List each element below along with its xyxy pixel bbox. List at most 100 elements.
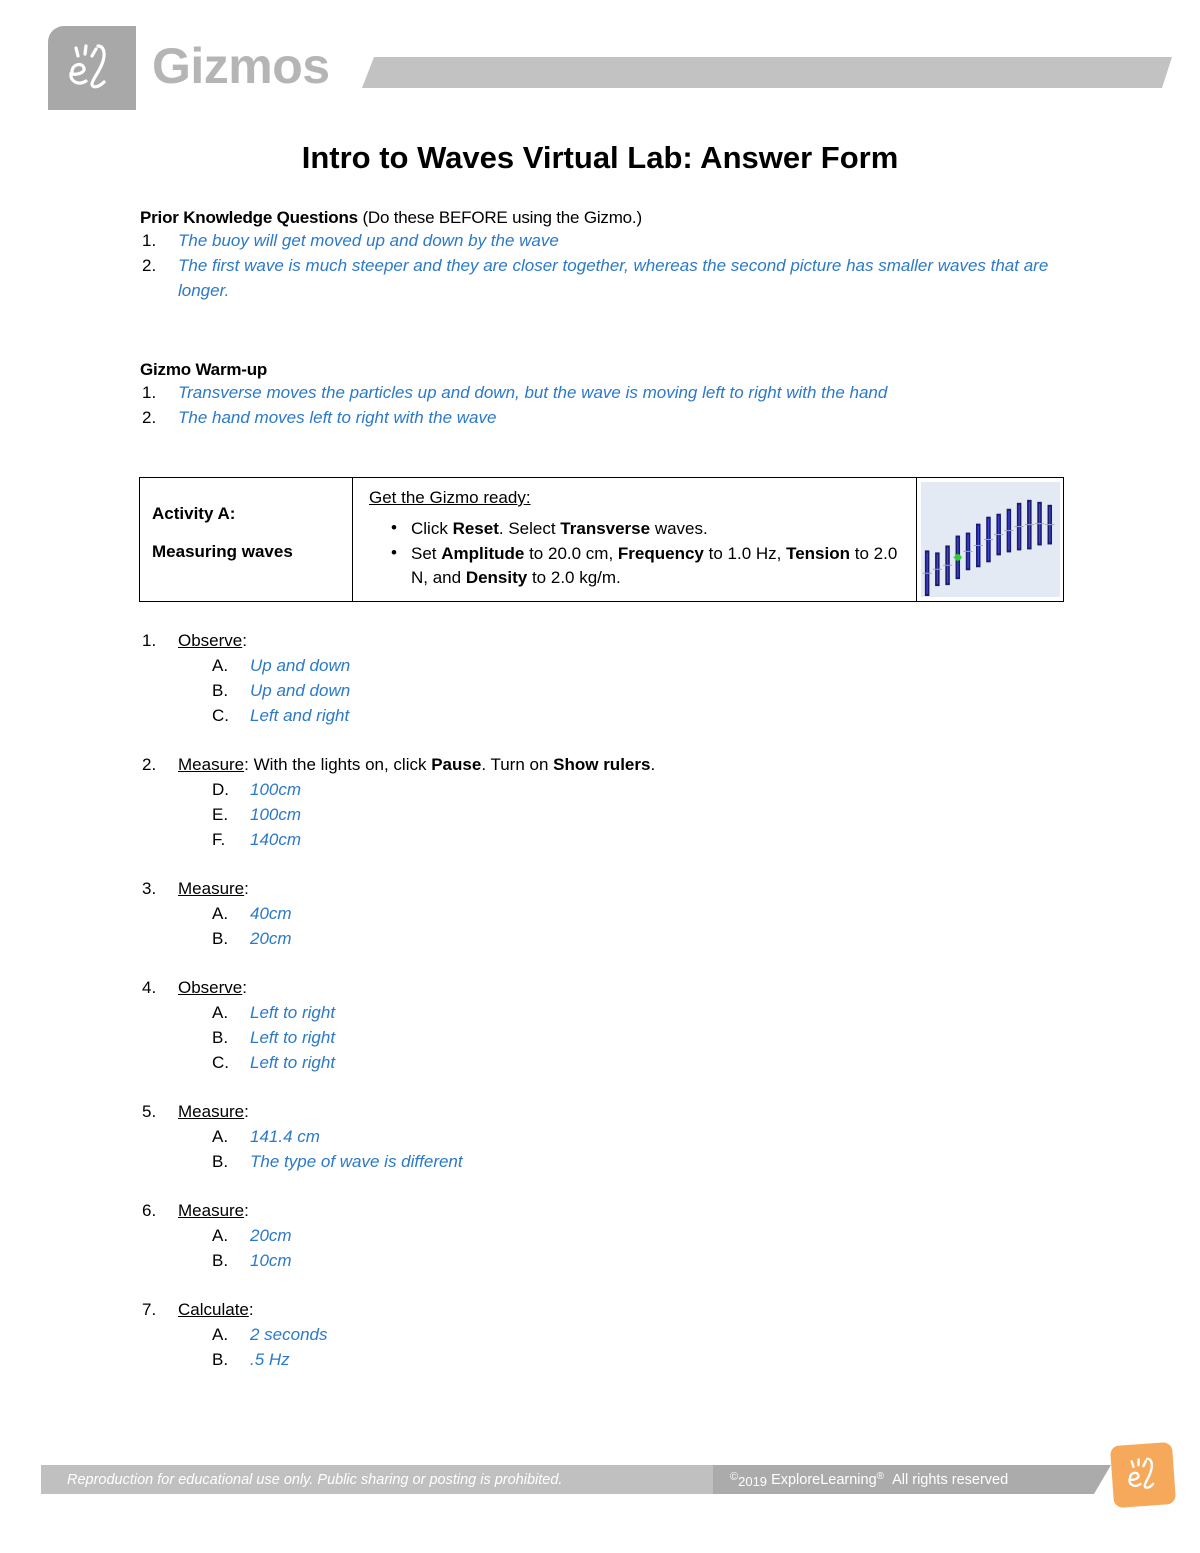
emphasis: Amplitude: [441, 544, 525, 563]
sub-answer[interactable]: Left to right: [250, 1053, 335, 1072]
sub-answer[interactable]: Left and right: [250, 706, 349, 725]
sub-answer[interactable]: 100cm: [250, 780, 301, 799]
sub-answer[interactable]: 2 seconds: [250, 1325, 328, 1344]
steps-list: Click Reset. Select Transverse waves. Se…: [369, 516, 910, 590]
sub-marker: A.: [212, 904, 229, 923]
footer-reproduction-notice: Reproduction for educational use only. P…: [67, 1472, 563, 1488]
sub-answer[interactable]: 10cm: [250, 1251, 292, 1270]
item-answer[interactable]: Transverse moves the particles up and do…: [178, 383, 887, 402]
sub-answer[interactable]: Up and down: [250, 656, 350, 675]
sub-marker: F.: [212, 830, 226, 849]
wave-center-tick: [1014, 526, 1024, 528]
prior-knowledge-heading-note: (Do these BEFORE using the Gizmo.): [357, 208, 642, 227]
sub-answer-row: B. Left to right: [140, 1025, 1070, 1050]
sub-answer[interactable]: 20cm: [250, 929, 292, 948]
step-item: Set Amplitude to 20.0 cm, Frequency to 1…: [369, 541, 910, 590]
question-keyword: Calculate: [178, 1300, 249, 1319]
wave-center-tick: [1034, 523, 1045, 525]
sub-answer-row: C. Left and right: [140, 703, 1070, 728]
question-marker: 1.: [142, 631, 157, 650]
list-item: 1. Transverse moves the particles up and…: [140, 380, 1070, 405]
registered-mark: ®: [876, 1471, 885, 1482]
wave-center-tick: [994, 534, 1004, 536]
page-footer: Reproduction for educational use only. P…: [0, 1452, 1200, 1553]
activity-image-cell: [917, 478, 1063, 601]
step-item: Click Reset. Select Transverse waves.: [369, 516, 910, 541]
sub-answer[interactable]: 20cm: [250, 1226, 292, 1245]
question-block: 1. Observe: A. Up and down B. Up and down C. Le…: [140, 628, 1070, 728]
item-marker: 1.: [142, 383, 157, 402]
question-block: 2. Measure: With the lights on, click Pau…: [140, 752, 1070, 852]
sub-marker: B.: [212, 681, 229, 700]
emphasis: Density: [465, 568, 528, 587]
question-marker: 3.: [142, 879, 157, 898]
question-keyword: Observe: [178, 978, 243, 997]
wave-center-tick: [1004, 530, 1014, 532]
sub-answer-row: B. The type of wave is different: [140, 1149, 1070, 1174]
question-marker: 2.: [142, 755, 157, 774]
item-answer[interactable]: The hand moves left to right with the wa…: [178, 408, 496, 427]
list-item: 1. The buoy will get moved up and down b…: [140, 228, 1070, 253]
item-answer[interactable]: The buoy will get moved up and down by t…: [178, 231, 559, 250]
sub-answer[interactable]: 40cm: [250, 904, 292, 923]
question-marker: 4.: [142, 978, 157, 997]
sub-marker: A.: [212, 1003, 229, 1022]
explorelearning-logo: [1109, 1441, 1177, 1509]
sub-answer-row: B. 10cm: [140, 1248, 1070, 1273]
sub-answer-row: A. 141.4 cm: [140, 1124, 1070, 1149]
question-block: 3. Measure: A. 40cm B. 20cm: [140, 876, 1070, 951]
sub-answer[interactable]: 140cm: [250, 830, 301, 849]
sub-answer-row: B. 20cm: [140, 926, 1070, 951]
question-marker: 5.: [142, 1102, 157, 1121]
question-marker: 6.: [142, 1201, 157, 1220]
sub-answer[interactable]: 100cm: [250, 805, 301, 824]
question-prompt: 3. Measure:: [140, 876, 1070, 901]
questions-section: 1. Observe: A. Up and down B. Up and down C. Le…: [140, 628, 1070, 1396]
emphasis: Frequency: [617, 544, 704, 563]
sub-answer-row: C. Left to right: [140, 1050, 1070, 1075]
question-prompt-text: :: [244, 1201, 249, 1220]
question-prompt-text: . Turn on: [481, 755, 554, 774]
question-prompt: 2. Measure: With the lights on, click Pau…: [140, 752, 1070, 777]
question-block: 7. Calculate: A. 2 seconds B. .5 Hz: [140, 1297, 1070, 1372]
prior-knowledge-heading-bold: Prior Knowledge Questions: [140, 208, 358, 227]
list-item: 2. The hand moves left to right with the…: [140, 405, 1070, 430]
emphasis: Reset: [452, 519, 499, 538]
steps-title: Get the Gizmo ready:: [369, 488, 531, 507]
sub-answer-row: A. 2 seconds: [140, 1322, 1070, 1347]
tracked-particle-marker: [954, 553, 962, 561]
sub-marker: B.: [212, 929, 229, 948]
sub-answer-row: A. 20cm: [140, 1223, 1070, 1248]
sub-marker: A.: [212, 1226, 229, 1245]
copyright-year: 2019: [738, 1474, 768, 1489]
brand-name: Gizmos: [152, 38, 330, 94]
question-prompt-text: : With the lights on, click: [244, 755, 432, 774]
sub-marker: B.: [212, 1152, 229, 1171]
page-title: Intro to Waves Virtual Lab: Answer Form: [301, 140, 899, 175]
wave-center-tick: [942, 564, 953, 566]
sub-marker: E.: [212, 805, 229, 824]
activity-steps-cell: Get the Gizmo ready: Click Reset. Select…: [353, 478, 917, 601]
sub-marker: A.: [212, 1325, 229, 1344]
sub-marker: C.: [212, 706, 229, 725]
question-block: 4. Observe: A. Left to right B. Left to right…: [140, 975, 1070, 1075]
wave-center-tick: [932, 568, 942, 570]
sub-answer[interactable]: The type of wave is different: [250, 1152, 463, 1171]
sub-answer[interactable]: Up and down: [250, 681, 350, 700]
prior-knowledge-heading: Prior Knowledge Questions (Do these BEFO…: [140, 208, 1070, 228]
sub-answer-row: D. 100cm: [140, 777, 1070, 802]
question-keyword: Measure: [178, 1201, 245, 1220]
emphasis: Tension: [786, 544, 851, 563]
question-block: 6. Measure: A. 20cm B. 10cm: [140, 1198, 1070, 1273]
sub-answer-row: B. Up and down: [140, 678, 1070, 703]
sub-answer[interactable]: Left to right: [250, 1028, 335, 1047]
sub-answer[interactable]: Left to right: [250, 1003, 335, 1022]
gizmo-warmup-list: 1. Transverse moves the particles up and…: [140, 380, 1070, 430]
activity-label: Activity A:: [152, 504, 236, 523]
sub-answer[interactable]: .5 Hz: [250, 1350, 290, 1369]
item-answer[interactable]: The first wave is much steeper and they …: [178, 256, 1048, 300]
list-item: 2. The first wave is much steeper and th…: [140, 253, 1070, 303]
footer-copyright: ©2019 ExploreLearning® All rights reserv…: [730, 1471, 1008, 1489]
activity-name: Measuring waves: [152, 542, 293, 561]
sub-answer[interactable]: 141.4 cm: [250, 1127, 320, 1146]
